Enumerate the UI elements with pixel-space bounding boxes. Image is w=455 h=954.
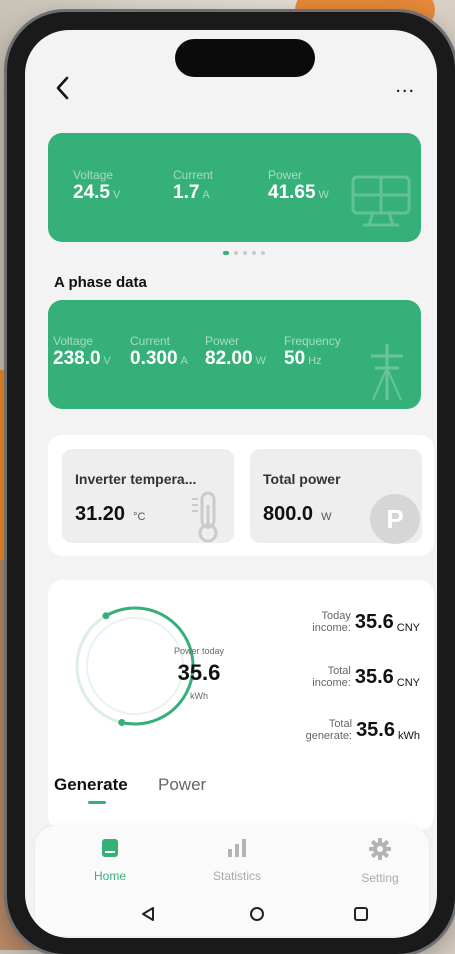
nav-label: Home: [93, 869, 126, 883]
ring-value: 35.6: [177, 660, 221, 685]
income-label: Total income:: [312, 665, 351, 689]
pager-dot[interactable]: [234, 251, 238, 255]
today-income: Today income: 35.6 CNY: [312, 610, 420, 634]
metric-label: Power: [205, 334, 240, 348]
status-panel: Inverter tempera... 31.20 °C Total power …: [48, 435, 434, 556]
total-power-tile[interactable]: Total power 800.0 W P: [250, 449, 422, 544]
system-back-icon[interactable]: [141, 906, 155, 922]
metric-value: 24.5: [73, 182, 110, 203]
phone-frame: ... Voltage 24.5 V Current 1.7 A Power 41.…: [7, 12, 455, 954]
top-bar: ...: [25, 75, 437, 105]
gear-icon: [369, 838, 391, 860]
pager-dot[interactable]: [261, 251, 265, 255]
phase-current: Current 0.300 A: [130, 334, 188, 370]
tile-value: 800.0 W: [263, 503, 332, 525]
phase-section-title: A phase data: [54, 274, 147, 291]
metric-unit: W: [318, 189, 329, 201]
pager-dot[interactable]: [243, 251, 247, 255]
income-unit: CNY: [396, 622, 420, 634]
nav-label: Setting: [361, 871, 399, 885]
metric-unit: Hz: [308, 355, 322, 367]
ring-unit: kWh: [190, 691, 208, 701]
pv-current: Current 1.7 A: [173, 168, 213, 204]
more-options-icon[interactable]: ...: [395, 76, 415, 96]
system-navigation-bar: [95, 906, 375, 926]
bar-chart-icon: [228, 839, 246, 857]
power-today-readout: Power today 35.6 kWh: [71, 602, 224, 730]
income-unit: CNY: [396, 677, 420, 689]
metric-label: Current: [173, 168, 214, 182]
tile-label: Total power: [263, 471, 341, 487]
tile-value: 31.20 °C: [75, 503, 146, 525]
metric-value: 238.0: [53, 348, 101, 369]
bottom-navigation: Home Statistics Setting: [35, 826, 429, 936]
income-label: Today income:: [312, 610, 351, 634]
metric-unit: W: [255, 355, 266, 367]
active-tab-indicator: [88, 801, 106, 804]
total-income: Total income: 35.6 CNY: [312, 665, 420, 689]
metric-label: Power: [268, 168, 303, 182]
phase-frequency: Frequency 50 Hz: [284, 334, 341, 370]
metric-value: 50: [284, 348, 306, 369]
income-value: 35.6: [354, 666, 394, 688]
income-unit: kWh: [398, 730, 420, 742]
phase-power: Power 82.00 W: [205, 334, 266, 370]
income-value: 35.6: [354, 611, 394, 633]
pv-data-card[interactable]: Voltage 24.5 V Current 1.7 A Power 41.65 W: [48, 133, 421, 242]
home-icon: [102, 839, 118, 857]
metric-unit: V: [112, 189, 121, 201]
pv-power: Power 41.65 W: [268, 168, 329, 204]
metric-label: Voltage: [73, 168, 114, 182]
pager-dot[interactable]: [223, 251, 229, 255]
tab-generate[interactable]: Generate: [54, 775, 128, 795]
nav-setting[interactable]: Setting: [335, 838, 425, 885]
system-recent-apps-icon[interactable]: [353, 906, 369, 922]
phase-voltage: Voltage 238.0 V: [53, 334, 111, 370]
metric-value: 41.65: [268, 182, 316, 203]
solar-panel-icon: [351, 175, 411, 227]
metric-unit: V: [103, 355, 111, 367]
metric-unit: A: [180, 355, 188, 367]
carousel-pager[interactable]: [223, 251, 265, 255]
metric-value: 82.00: [205, 348, 253, 369]
nav-statistics[interactable]: Statistics: [192, 838, 282, 883]
thermometer-icon: [192, 491, 218, 543]
power-pole-icon: [371, 344, 403, 401]
ring-label: Power today: [173, 646, 225, 656]
inverter-temperature-tile[interactable]: Inverter tempera... 31.20 °C: [62, 449, 234, 543]
nav-label: Statistics: [212, 869, 261, 883]
pager-dot[interactable]: [252, 251, 256, 255]
system-home-icon[interactable]: [249, 906, 265, 922]
phase-data-card: Voltage 238.0 V Current 0.300 A Power 82.0…: [48, 300, 421, 409]
metric-value: 0.300: [130, 348, 178, 369]
metric-label: Current: [130, 334, 171, 348]
pv-voltage: Voltage 24.5 V: [73, 168, 120, 204]
app-screen: ... Voltage 24.5 V Current 1.7 A Power 41.…: [25, 30, 437, 938]
metric-label: Frequency: [284, 334, 341, 348]
metric-unit: A: [202, 189, 210, 201]
total-generate: Total generate: 35.6 kWh: [306, 718, 420, 742]
tile-label: Inverter tempera...: [75, 471, 197, 487]
metric-label: Voltage: [53, 334, 94, 348]
power-p-icon: P: [370, 494, 420, 544]
back-arrow-icon[interactable]: [52, 75, 74, 101]
nav-home[interactable]: Home: [65, 838, 155, 883]
metric-value: 1.7: [173, 182, 200, 203]
income-value: 35.6: [356, 719, 395, 741]
dynamic-island: [175, 39, 315, 77]
income-label: Total generate:: [305, 718, 353, 742]
tab-power[interactable]: Power: [158, 775, 206, 795]
